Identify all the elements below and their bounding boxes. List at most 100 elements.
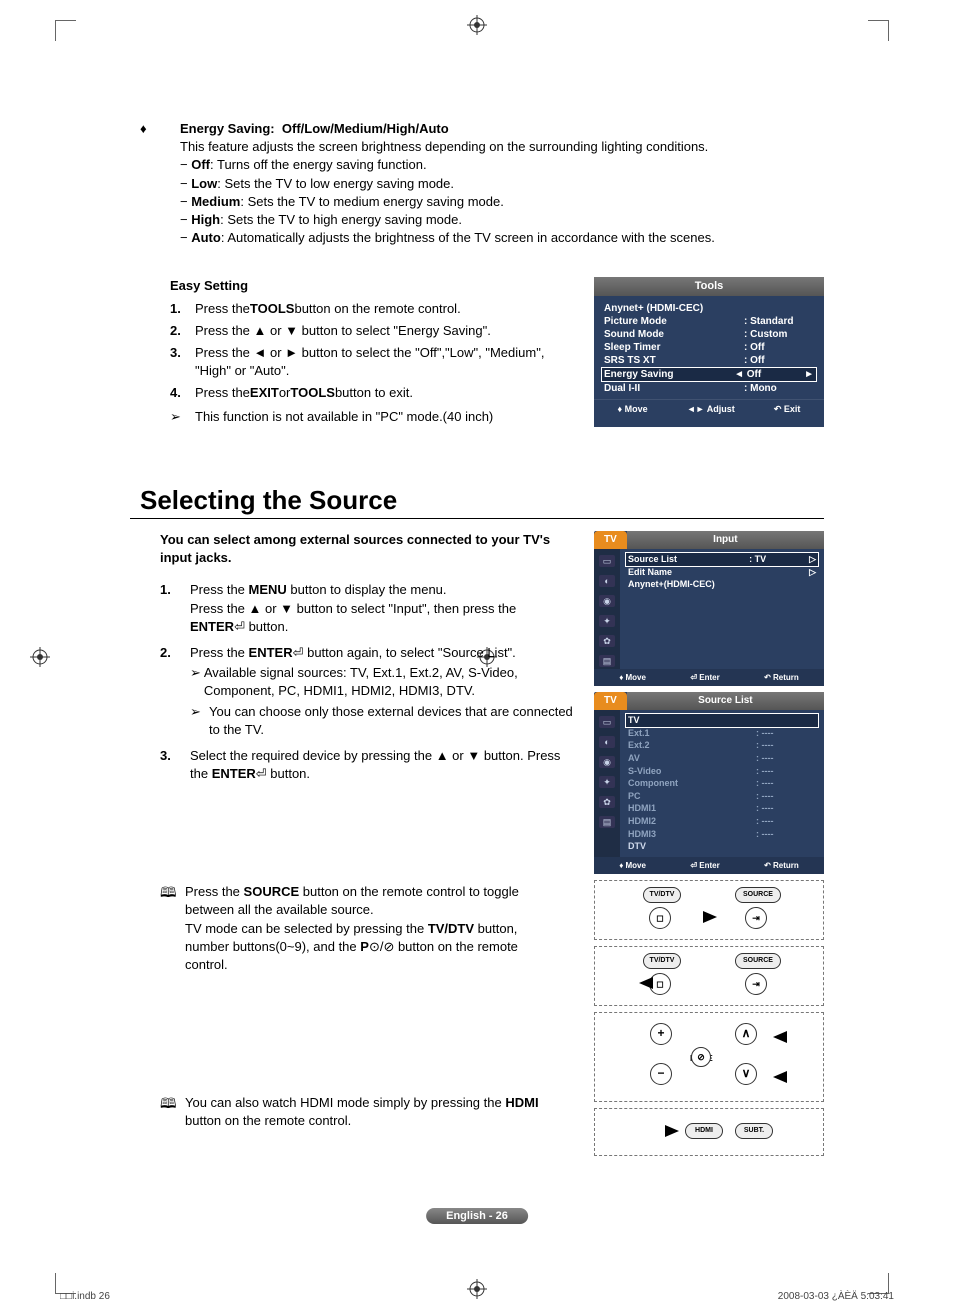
step: 1.Press the MENU button to display the m… (160, 581, 574, 636)
input-category-icon: ▭ (599, 716, 615, 728)
osd-row: TV (626, 714, 818, 727)
osd-category-icons: ▭ ◐ ◉ ✦ ✿ ▤ (594, 549, 620, 669)
mute-button[interactable]: ⊘ (691, 1047, 711, 1067)
energy-saving-desc: This feature adjusts the screen brightne… (180, 138, 824, 156)
move-hint: ♦ Move (619, 672, 646, 683)
osd-row: DTV (628, 840, 816, 853)
energy-saving-option: − Off: Turns off the energy saving funct… (180, 156, 824, 174)
arrow-right-icon (703, 911, 717, 923)
osd-row: Ext.2: ---- (628, 739, 816, 752)
setup-category-icon: ✿ (599, 796, 615, 808)
selecting-source-body: You can select among external sources co… (130, 531, 824, 1156)
tvdtv-button[interactable]: TV/DTV (643, 887, 681, 903)
channel-category-icon: ✦ (599, 615, 615, 627)
digital-category-icon: ▤ (599, 816, 615, 828)
page-content: ♦ Energy Saving: Off/Low/Medium/High/Aut… (130, 120, 824, 1156)
arrow-left-icon (773, 1071, 787, 1083)
vol-up-button[interactable]: + (650, 1023, 672, 1045)
remote-tvdtv-source-2: TV/DTV ◻ SOURCE ⇥ (594, 946, 824, 1006)
move-hint: ♦ Move (619, 860, 646, 871)
picture-category-icon: ◐ (599, 575, 615, 587)
page-number: English - 26 (426, 1208, 528, 1224)
input-osd: TV Input ▭ ◐ ◉ ✦ ✿ ▤ Source List: TV▷Edi… (594, 531, 824, 686)
energy-saving-option: − High: Sets the TV to high energy savin… (180, 211, 824, 229)
selecting-source-heading: Selecting the Source (130, 482, 824, 519)
tools-row: Sleep Timer: Off (604, 341, 814, 354)
remote-volume-channel: + − MUTE ⊘ ∧ ∨ (594, 1012, 824, 1102)
osd-row: Edit Name▷ (628, 566, 816, 579)
return-hint: ↶ Return (764, 672, 799, 683)
registration-mark-icon (467, 1279, 487, 1299)
arrow-left-icon (773, 1031, 787, 1043)
source-button-label[interactable]: SOURCE (735, 887, 781, 903)
hdmi-button[interactable]: HDMI (685, 1123, 723, 1139)
tvdtv-button[interactable]: TV/DTV (643, 953, 681, 969)
step: 2.Press the ▲ or ▼ button to select "Ene… (170, 322, 574, 342)
tvdtv-round-button[interactable]: ◻ (649, 907, 671, 929)
energy-saving-option: − Auto: Automatically adjusts the bright… (180, 229, 824, 247)
vol-down-button[interactable]: − (650, 1063, 672, 1085)
diamond-bullet-icon: ♦ (130, 120, 180, 247)
osd-tab: TV (594, 531, 627, 549)
remote-note-icon: 🕮 (160, 883, 185, 974)
energy-saving-options: − Off: Turns off the energy saving funct… (180, 156, 824, 247)
easy-setting-heading: Easy Setting (170, 277, 574, 295)
return-hint: ↶ Return (764, 860, 799, 871)
source-round-button[interactable]: ⇥ (745, 907, 767, 929)
osd-rows: TVExt.1: ----Ext.2: ----AV: ----S-Video:… (620, 710, 824, 857)
source-list-osd: TV Source List ▭ ◐ ◉ ✦ ✿ ▤ TVExt.1: ----… (594, 692, 824, 874)
easy-setting-section: Easy Setting 1.Press the TOOLS button on… (130, 277, 824, 426)
energy-saving-section: ♦ Energy Saving: Off/Low/Medium/High/Aut… (130, 120, 824, 247)
registration-mark-icon (467, 15, 487, 35)
osd-row: HDMI2: ---- (628, 815, 816, 828)
footer-file-info: □□i.indb 26 (60, 1291, 110, 1302)
osd-tab: TV (594, 692, 627, 710)
osd-row: HDMI1: ---- (628, 802, 816, 815)
enter-hint: ⏎ Enter (690, 672, 719, 683)
osd-row: Source List: TV▷ (626, 553, 818, 566)
easy-setting-note: ➢ This function is not available in "PC"… (170, 408, 574, 426)
source-round-button[interactable]: ⇥ (745, 973, 767, 995)
crop-mark-icon (868, 20, 889, 41)
energy-saving-option: − Low: Sets the TV to low energy saving … (180, 175, 824, 193)
remote-hdmi: HDMI SUBT. (594, 1108, 824, 1156)
osd-category-icons: ▭ ◐ ◉ ✦ ✿ ▤ (594, 710, 620, 857)
remote-tvdtv-source-1: TV/DTV ◻ SOURCE ⇥ (594, 880, 824, 940)
source-button-label[interactable]: SOURCE (735, 953, 781, 969)
tools-osd-footer: ♦ Move ◄► Adjust ↶ Exit (594, 399, 824, 420)
channel-category-icon: ✦ (599, 776, 615, 788)
ch-down-button[interactable]: ∨ (735, 1063, 757, 1085)
osd-footer: ♦ Move ⏎ Enter ↶ Return (594, 669, 824, 686)
osd-title: Input (627, 531, 824, 549)
osd-footer: ♦ Move ⏎ Enter ↶ Return (594, 857, 824, 874)
tools-osd: Tools Anynet+ (HDMI-CEC)Picture Mode: St… (594, 277, 824, 426)
ch-up-button[interactable]: ∧ (735, 1023, 757, 1045)
osd-title: Source List (627, 692, 824, 710)
registration-mark-icon (30, 647, 50, 667)
step: 3.Select the required device by pressing… (160, 747, 574, 783)
sound-category-icon: ◉ (599, 756, 615, 768)
step: 3.Press the ◄ or ► button to select the … (170, 344, 574, 382)
arrow-right-icon (665, 1125, 679, 1137)
right-illustration-column: TV Input ▭ ◐ ◉ ✦ ✿ ▤ Source List: TV▷Edi… (594, 531, 824, 1156)
osd-row: Anynet+(HDMI-CEC) (628, 578, 816, 591)
source-note-2: 🕮 You can also watch HDMI mode simply by… (160, 1094, 574, 1130)
subt-button[interactable]: SUBT. (735, 1123, 773, 1139)
sound-category-icon: ◉ (599, 595, 615, 607)
energy-saving-title: Energy Saving: Off/Low/Medium/High/Auto (180, 120, 824, 138)
input-category-icon: ▭ (599, 555, 615, 567)
osd-row: Component: ---- (628, 777, 816, 790)
footer-timestamp: 2008-03-03 ¿ÀÈÄ 5:03:41 (778, 1291, 894, 1302)
source-note-1: 🕮 Press the SOURCE button on the remote … (160, 883, 574, 974)
osd-row: PC: ---- (628, 790, 816, 803)
easy-setting-steps: 1.Press the TOOLS button on the remote c… (170, 300, 574, 405)
tools-row: SRS TS XT: Off (604, 354, 814, 367)
move-hint: ♦ Move (618, 404, 648, 416)
remote-note-icon: 🕮 (160, 1094, 185, 1130)
tools-row: Dual I-II: Mono (604, 382, 814, 395)
digital-category-icon: ▤ (599, 655, 615, 667)
osd-row: Ext.1: ---- (628, 727, 816, 740)
picture-category-icon: ◐ (599, 736, 615, 748)
tools-osd-rows: Anynet+ (HDMI-CEC)Picture Mode: Standard… (594, 296, 824, 399)
osd-row: AV: ---- (628, 752, 816, 765)
